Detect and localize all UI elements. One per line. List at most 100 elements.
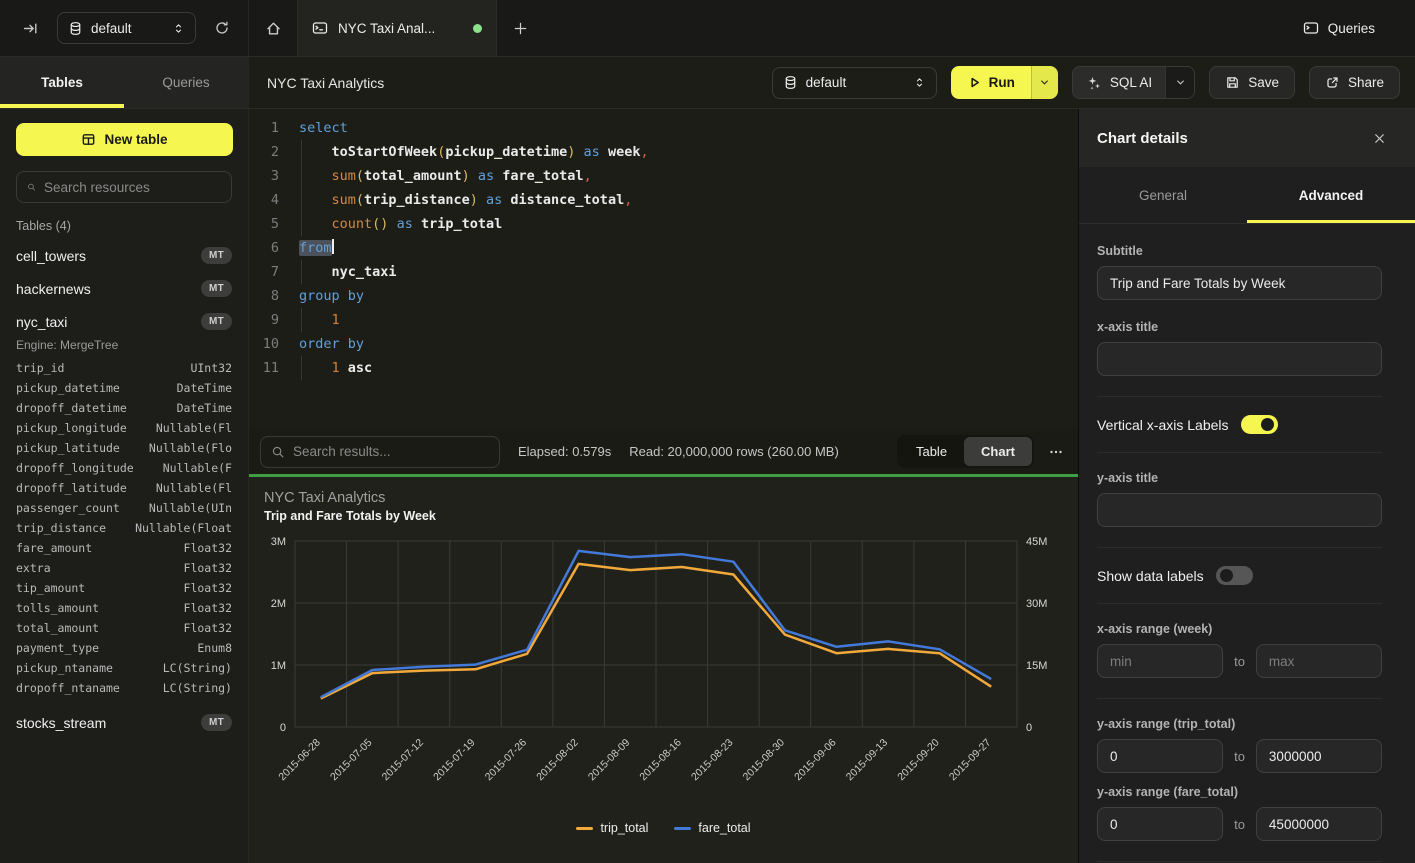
collapse-sidebar-button[interactable] [18, 16, 43, 41]
view-toggle-table[interactable]: Table [899, 437, 964, 466]
column-item: dropoff_latitudeNullable(Fl [16, 478, 232, 498]
run-split-button: Run [951, 66, 1058, 99]
more-options-button[interactable] [1048, 444, 1064, 460]
new-tab-button[interactable] [497, 0, 543, 56]
sql-editor[interactable]: 1234567891011 select toStartOfWeek(picku… [249, 109, 1078, 429]
xaxis-range-max-input[interactable] [1256, 644, 1382, 678]
text-cursor [332, 239, 334, 254]
table-item-cell_towers[interactable]: cell_towersMT [0, 239, 248, 272]
legend-swatch [576, 827, 593, 830]
line-number: 6 [249, 236, 279, 260]
yaxis-range-fare-max-input[interactable] [1256, 807, 1382, 841]
yaxis-title-group: y-axis title [1097, 471, 1382, 527]
column-type: Nullable(F [163, 461, 232, 475]
editor-code[interactable]: select toStartOfWeek(pickup_datetime) as… [291, 116, 1078, 429]
table-grid-icon [81, 132, 96, 147]
vertical-labels-toggle[interactable] [1241, 415, 1278, 434]
view-toggle-chart[interactable]: Chart [964, 437, 1032, 466]
svg-text:2015-07-19: 2015-07-19 [431, 737, 478, 784]
chevron-updown-icon [913, 76, 926, 89]
resources-sidebar: New table Tables (4) cell_towersMThacker… [0, 109, 249, 863]
yaxis-title-input[interactable] [1097, 493, 1382, 527]
line-chart-canvas[interactable]: 001M15M2M30M3M45M2015-06-282015-07-05201… [249, 527, 1078, 819]
vertical-labels-row: Vertical x-axis Labels [1097, 415, 1382, 434]
database-selector-value: default [91, 21, 164, 36]
sidebar-tab-queries[interactable]: Queries [124, 57, 248, 108]
editor-gutter: 1234567891011 [249, 116, 291, 429]
xaxis-range-min-input[interactable] [1097, 644, 1223, 678]
chart-details-body: Subtitle x-axis title Vertical x-axis La… [1079, 224, 1415, 863]
column-item: total_amountFloat32 [16, 618, 232, 638]
table-item-stocks_stream[interactable]: stocks_streamMT [0, 706, 248, 739]
chart-subtitle: Trip and Fare Totals by Week [249, 506, 1078, 523]
svg-text:2015-07-26: 2015-07-26 [483, 737, 530, 784]
sql-ai-options-button[interactable] [1165, 67, 1194, 98]
tables-section-title: Tables (4) [16, 219, 232, 233]
column-item: tolls_amountFloat32 [16, 598, 232, 618]
yaxis-title-label: y-axis title [1097, 471, 1382, 485]
xaxis-title-label: x-axis title [1097, 320, 1382, 334]
sql-ai-button[interactable]: SQL AI [1073, 67, 1165, 98]
queries-button[interactable]: Queries [1303, 20, 1375, 36]
results-search-input[interactable] [293, 444, 489, 459]
table-name: stocks_stream [16, 715, 201, 731]
database-selector[interactable]: default [57, 12, 196, 44]
yaxis-range-fare-row: to [1097, 807, 1382, 841]
column-item: payment_typeEnum8 [16, 638, 232, 658]
line-number: 5 [249, 212, 279, 236]
tab-general[interactable]: General [1079, 167, 1247, 223]
legend-item-fare_total[interactable]: fare_total [674, 821, 750, 835]
column-name: tolls_amount [16, 601, 99, 615]
column-item: dropoff_datetimeDateTime [16, 398, 232, 418]
code-line: sum(trip_distance) as distance_total, [291, 188, 1078, 212]
run-database-value: default [806, 75, 905, 90]
resource-search-input[interactable] [44, 180, 221, 195]
vertical-labels-label: Vertical x-axis Labels [1097, 417, 1229, 433]
home-button[interactable] [249, 0, 297, 56]
run-button[interactable]: Run [951, 66, 1031, 99]
xaxis-title-input[interactable] [1097, 342, 1382, 376]
column-item: pickup_longitudeNullable(Fl [16, 418, 232, 438]
plus-icon [513, 21, 528, 36]
svg-text:2015-08-09: 2015-08-09 [586, 737, 633, 784]
chart-title: NYC Taxi Analytics [249, 477, 1078, 506]
yaxis-range-fare-group: y-axis range (fare_total) to [1097, 785, 1382, 841]
svg-text:2015-07-12: 2015-07-12 [380, 737, 427, 784]
table-item-nyc_taxi[interactable]: nyc_taxiMT [0, 305, 248, 338]
results-toolbar: Elapsed: 0.579s Read: 20,000,000 rows (2… [249, 429, 1078, 474]
save-button[interactable]: Save [1209, 66, 1295, 99]
rows-read: Read: 20,000,000 rows (260.00 MB) [629, 444, 839, 459]
tables-list: cell_towersMThackernewsMTnyc_taxiMTEngin… [0, 239, 248, 739]
table-item-hackernews[interactable]: hackernewsMT [0, 272, 248, 305]
data-labels-toggle[interactable] [1216, 566, 1253, 585]
query-tab[interactable]: NYC Taxi Anal... [297, 0, 497, 56]
column-type: UInt32 [190, 361, 232, 375]
line-number: 9 [249, 308, 279, 332]
divider [1097, 396, 1382, 397]
divider [1097, 603, 1382, 604]
svg-text:2015-07-05: 2015-07-05 [328, 737, 375, 784]
code-line: nyc_taxi [291, 260, 1078, 284]
legend-item-trip_total[interactable]: trip_total [576, 821, 648, 835]
run-database-selector[interactable]: default [772, 67, 937, 99]
subtitle-input[interactable] [1097, 266, 1382, 300]
xaxis-range-label: x-axis range (week) [1097, 622, 1382, 636]
column-type: Nullable(Fl [156, 481, 232, 495]
sidebar-tab-tables[interactable]: Tables [0, 57, 124, 108]
close-panel-button[interactable] [1368, 127, 1391, 150]
tab-advanced[interactable]: Advanced [1247, 167, 1415, 223]
column-item: extraFloat32 [16, 558, 232, 578]
line-number: 10 [249, 332, 279, 356]
refresh-button[interactable] [210, 16, 234, 40]
run-options-button[interactable] [1031, 66, 1058, 99]
code-line: count() as trip_total [291, 212, 1078, 236]
code-line: toStartOfWeek(pickup_datetime) as week, [291, 140, 1078, 164]
yaxis-range-fare-min-input[interactable] [1097, 807, 1223, 841]
share-button[interactable]: Share [1309, 66, 1400, 99]
column-item: pickup_ntanameLC(String) [16, 658, 232, 678]
column-item: pickup_latitudeNullable(Flo [16, 438, 232, 458]
new-table-button[interactable]: New table [16, 123, 233, 156]
yaxis-range-trip-max-input[interactable] [1256, 739, 1382, 773]
yaxis-range-trip-min-input[interactable] [1097, 739, 1223, 773]
column-name: pickup_longitude [16, 421, 127, 435]
